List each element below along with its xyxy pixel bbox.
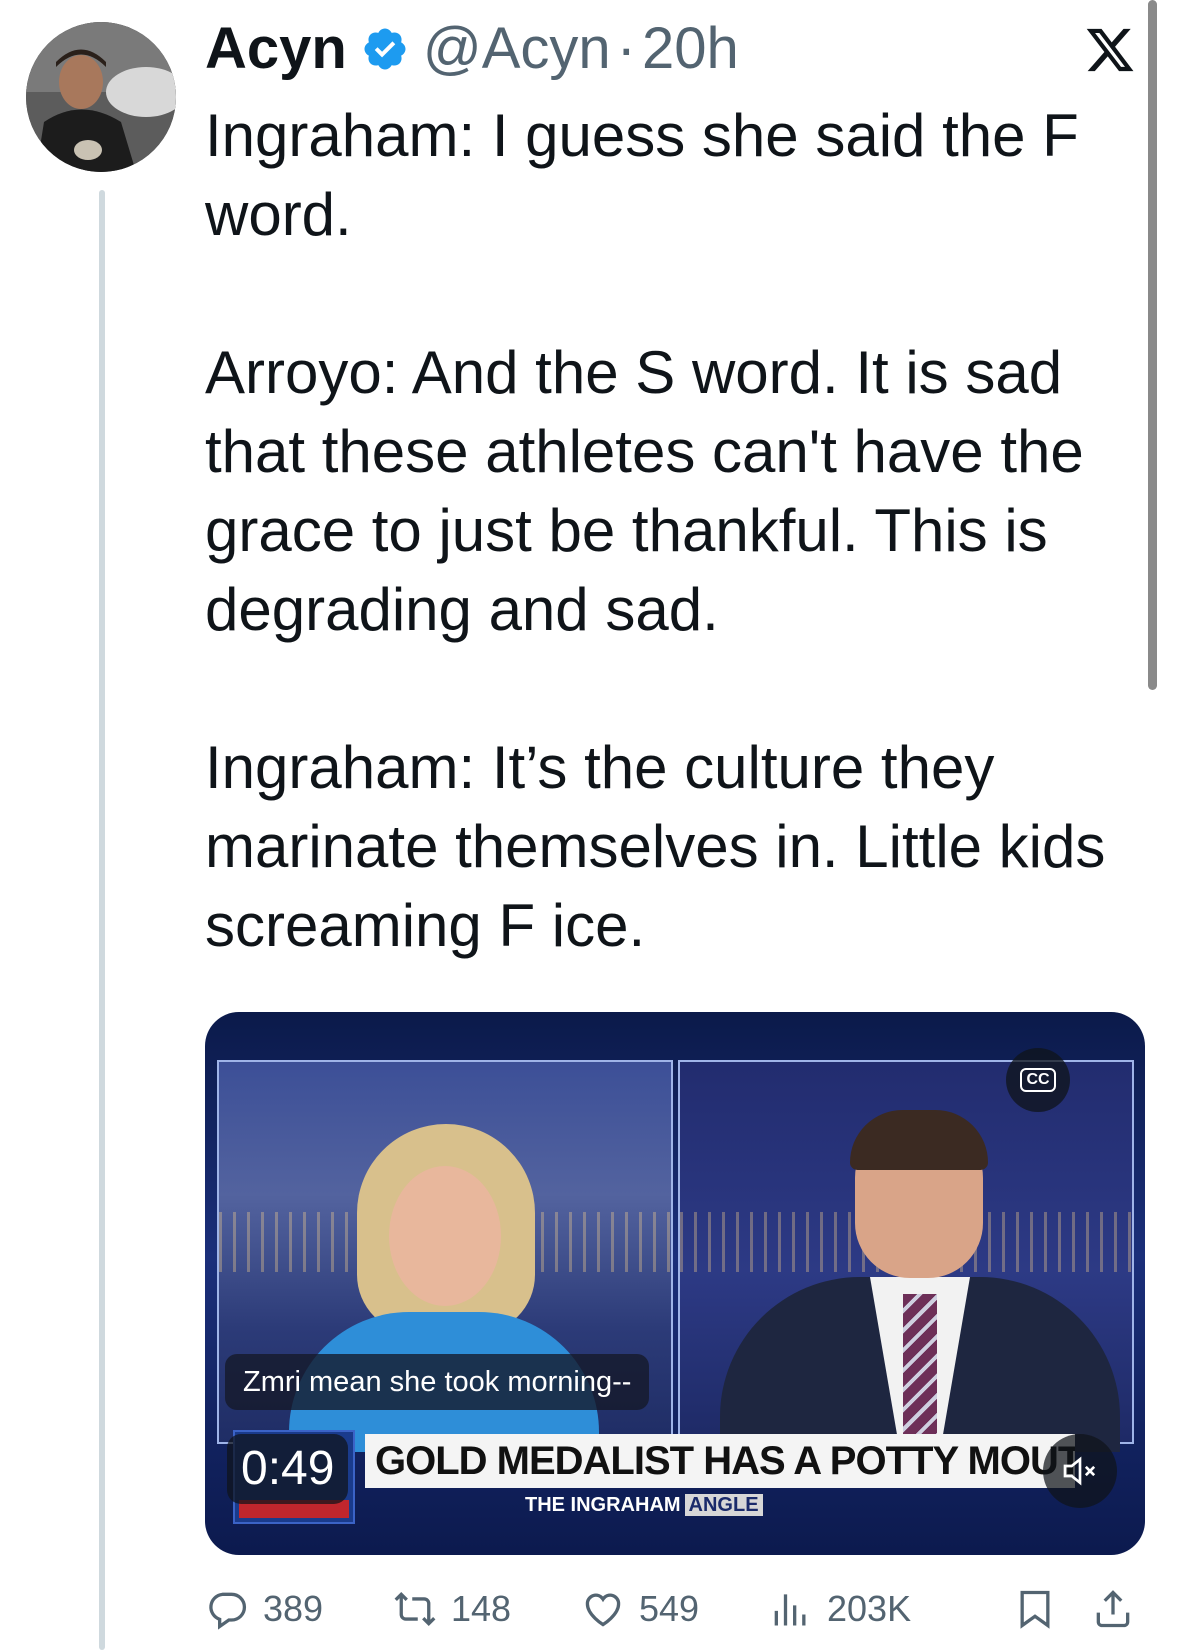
bookmark-icon — [1020, 1590, 1050, 1629]
tweet-text: Ingraham: I guess she said the F word. A… — [205, 96, 1140, 965]
share-icon — [1096, 1590, 1130, 1628]
video-duration: 0:49 — [227, 1434, 349, 1504]
share-button[interactable] — [1091, 1584, 1135, 1634]
like-icon — [585, 1593, 621, 1627]
author-handle[interactable]: @Acyn — [423, 14, 611, 84]
views-icon — [774, 1594, 806, 1626]
reply-icon — [209, 1592, 247, 1630]
author-name[interactable]: Acyn — [205, 14, 347, 84]
reply-button[interactable]: 389 — [205, 1584, 323, 1634]
mute-icon — [1063, 1456, 1096, 1486]
reply-count: 389 — [263, 1588, 324, 1629]
views-count: 203K — [827, 1588, 912, 1629]
bookmark-button[interactable] — [1013, 1584, 1057, 1634]
verified-badge-icon — [364, 28, 406, 70]
header-separator: · — [616, 16, 636, 81]
tweet-header: Acyn @Acyn · 20h — [205, 14, 739, 84]
show-name-right: ANGLE — [684, 1494, 763, 1516]
video-caption: Zmri mean she took morning-- — [225, 1354, 650, 1410]
repost-button[interactable]: 148 — [393, 1584, 511, 1634]
video-player[interactable]: Zmri mean she took morning-- CC GOLD MED… — [205, 1012, 1145, 1555]
video-chyron: GOLD MEDALIST HAS A POTTY MOUTH — [365, 1434, 1075, 1488]
repost-count: 148 — [451, 1588, 512, 1629]
tweet-timestamp[interactable]: 20h — [642, 14, 739, 84]
tweet-paragraph: Ingraham: It’s the culture they marinate… — [205, 734, 1106, 959]
repost-icon — [394, 1591, 436, 1627]
avatar[interactable] — [26, 22, 176, 172]
scrollbar[interactable] — [1148, 0, 1157, 690]
video-frame-right — [678, 1060, 1134, 1452]
avatar-image — [26, 22, 176, 172]
show-name: THE INGRAHAM ANGLE — [525, 1491, 763, 1519]
cc-button[interactable]: CC — [1006, 1048, 1070, 1112]
x-logo-icon[interactable] — [1084, 24, 1136, 76]
action-bar: 389 148 549 203K — [205, 1584, 1145, 1634]
tweet-paragraph: Ingraham: I guess she said the F word. — [205, 102, 1079, 248]
cc-icon: CC — [1020, 1068, 1056, 1092]
mute-button[interactable] — [1043, 1434, 1117, 1508]
views-button[interactable]: 203K — [769, 1584, 911, 1634]
tweet-paragraph: Arroyo: And the S word. It is sad that t… — [205, 339, 1084, 643]
show-name-left: THE INGRAHAM — [525, 1494, 681, 1516]
like-button[interactable]: 549 — [581, 1584, 699, 1634]
like-count: 549 — [639, 1588, 700, 1629]
thread-line — [99, 190, 105, 1650]
